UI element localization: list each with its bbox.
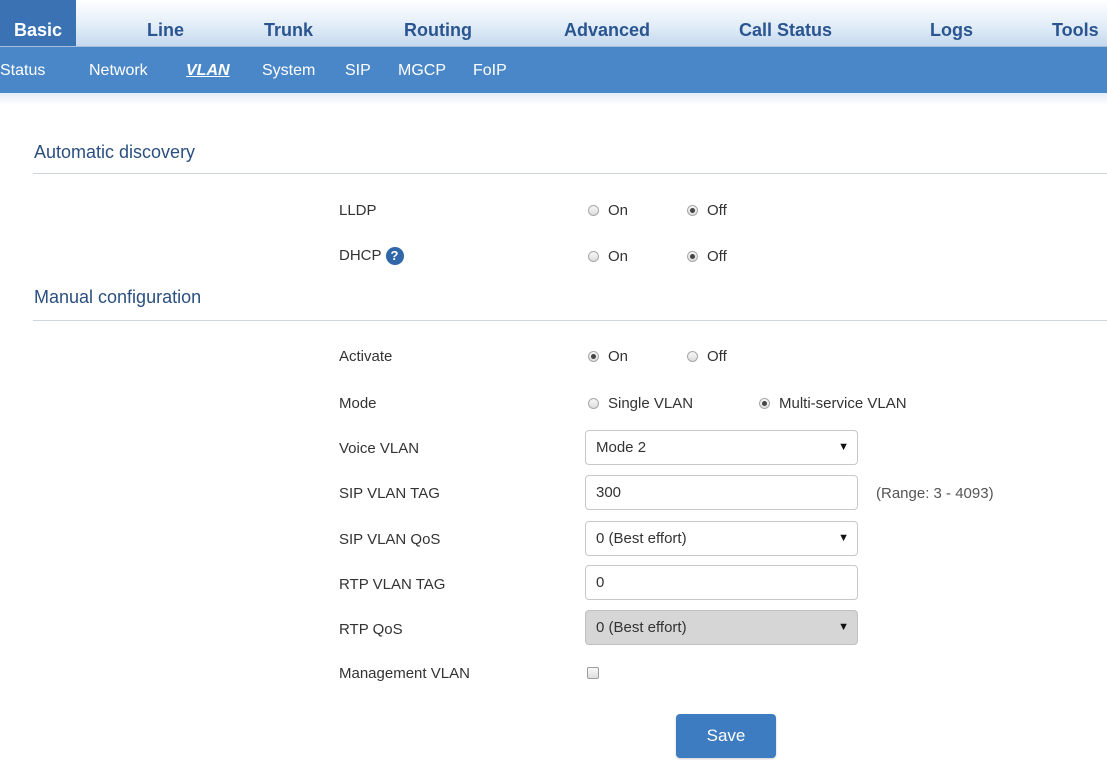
tab-routing[interactable]: Routing <box>404 0 472 46</box>
voice-vlan-value: Mode 2 <box>596 439 647 456</box>
lldp-on-option[interactable]: On <box>588 202 628 219</box>
tab-trunk[interactable]: Trunk <box>264 0 313 46</box>
sip-vlan-qos-select[interactable]: 0 (Best effort) ▼ <box>585 521 858 556</box>
activate-off-radio[interactable] <box>687 351 698 362</box>
help-icon[interactable]: ? <box>385 247 404 266</box>
tab-line[interactable]: Line <box>147 0 184 46</box>
management-vlan-label: Management VLAN <box>339 665 470 682</box>
lldp-label: LLDP <box>339 202 377 219</box>
dhcp-off-label: Off <box>707 248 727 265</box>
lldp-on-radio[interactable] <box>588 205 599 216</box>
mode-multi-option[interactable]: Multi-service VLAN <box>759 395 907 412</box>
subtab-mgcp[interactable]: MGCP <box>398 47 446 93</box>
section-title-manual: Manual configuration <box>34 287 202 307</box>
mode-single-option[interactable]: Single VLAN <box>588 395 693 412</box>
mode-multi-label: Multi-service VLAN <box>779 395 907 412</box>
tab-advanced[interactable]: Advanced <box>564 0 650 46</box>
activate-label: Activate <box>339 348 393 365</box>
dhcp-label: DHCP <box>339 247 382 264</box>
subtab-foip[interactable]: FoIP <box>473 47 507 93</box>
divider <box>33 320 1107 321</box>
tab-basic[interactable]: Basic <box>0 0 77 46</box>
sip-vlan-qos-value: 0 (Best effort) <box>596 530 687 547</box>
subtab-network[interactable]: Network <box>89 47 148 93</box>
tab-logs[interactable]: Logs <box>930 0 973 46</box>
activate-on-label: On <box>608 348 629 365</box>
dhcp-on-label: On <box>608 248 629 265</box>
sip-vlan-tag-label: SIP VLAN TAG <box>339 485 440 502</box>
section-title-auto: Automatic discovery <box>34 142 196 162</box>
lldp-on-label: On <box>608 202 629 219</box>
subtab-status[interactable]: Status <box>0 47 45 93</box>
dhcp-off-option[interactable]: Off <box>687 248 727 265</box>
dhcp-on-option[interactable]: On <box>588 248 628 265</box>
sub-nav-shadow <box>0 93 1107 105</box>
management-vlan-checkbox[interactable] <box>587 667 599 679</box>
subtab-vlan[interactable]: VLAN <box>186 47 230 93</box>
save-button[interactable]: Save <box>676 714 776 758</box>
sip-vlan-tag-range-hint: (Range: 3 - 4093) <box>876 485 994 502</box>
main-nav: Basic Line Trunk Routing Advanced Call S… <box>0 0 1107 47</box>
sub-nav: Status Network VLAN System SIP MGCP FoIP <box>0 47 1107 93</box>
activate-off-option[interactable]: Off <box>687 348 727 365</box>
rtp-vlan-tag-label: RTP VLAN TAG <box>339 576 446 593</box>
dhcp-off-radio[interactable] <box>687 251 698 262</box>
divider <box>33 173 1107 174</box>
lldp-off-option[interactable]: Off <box>687 202 727 219</box>
lldp-off-label: Off <box>707 202 727 219</box>
tab-call-status[interactable]: Call Status <box>739 0 832 46</box>
sip-vlan-qos-label: SIP VLAN QoS <box>339 531 441 548</box>
voice-vlan-label: Voice VLAN <box>339 440 420 457</box>
chevron-down-icon: ▼ <box>838 441 849 453</box>
rtp-qos-select: 0 (Best effort) ▼ <box>585 610 858 645</box>
dhcp-on-radio[interactable] <box>588 251 599 262</box>
activate-on-option[interactable]: On <box>588 348 628 365</box>
mode-label: Mode <box>339 395 377 412</box>
subtab-system[interactable]: System <box>262 47 315 93</box>
chevron-down-icon: ▼ <box>838 621 849 633</box>
mode-multi-radio[interactable] <box>759 398 770 409</box>
rtp-qos-label: RTP QoS <box>339 621 403 638</box>
voice-vlan-select[interactable]: Mode 2 ▼ <box>585 430 858 465</box>
tab-tools[interactable]: Tools <box>1052 0 1099 46</box>
lldp-off-radio[interactable] <box>687 205 698 216</box>
mode-single-radio[interactable] <box>588 398 599 409</box>
activate-off-label: Off <box>707 348 727 365</box>
sip-vlan-tag-input[interactable]: 300 <box>585 475 858 510</box>
chevron-down-icon: ▼ <box>838 532 849 544</box>
mode-single-label: Single VLAN <box>608 395 694 412</box>
rtp-qos-value: 0 (Best effort) <box>596 619 687 636</box>
subtab-sip[interactable]: SIP <box>345 47 371 93</box>
activate-on-radio[interactable] <box>588 351 599 362</box>
rtp-vlan-tag-value: 0 <box>596 574 605 591</box>
sip-vlan-tag-value: 300 <box>596 484 622 501</box>
dhcp-label-row: DHCP? <box>339 247 404 266</box>
rtp-vlan-tag-input[interactable]: 0 <box>585 565 858 600</box>
